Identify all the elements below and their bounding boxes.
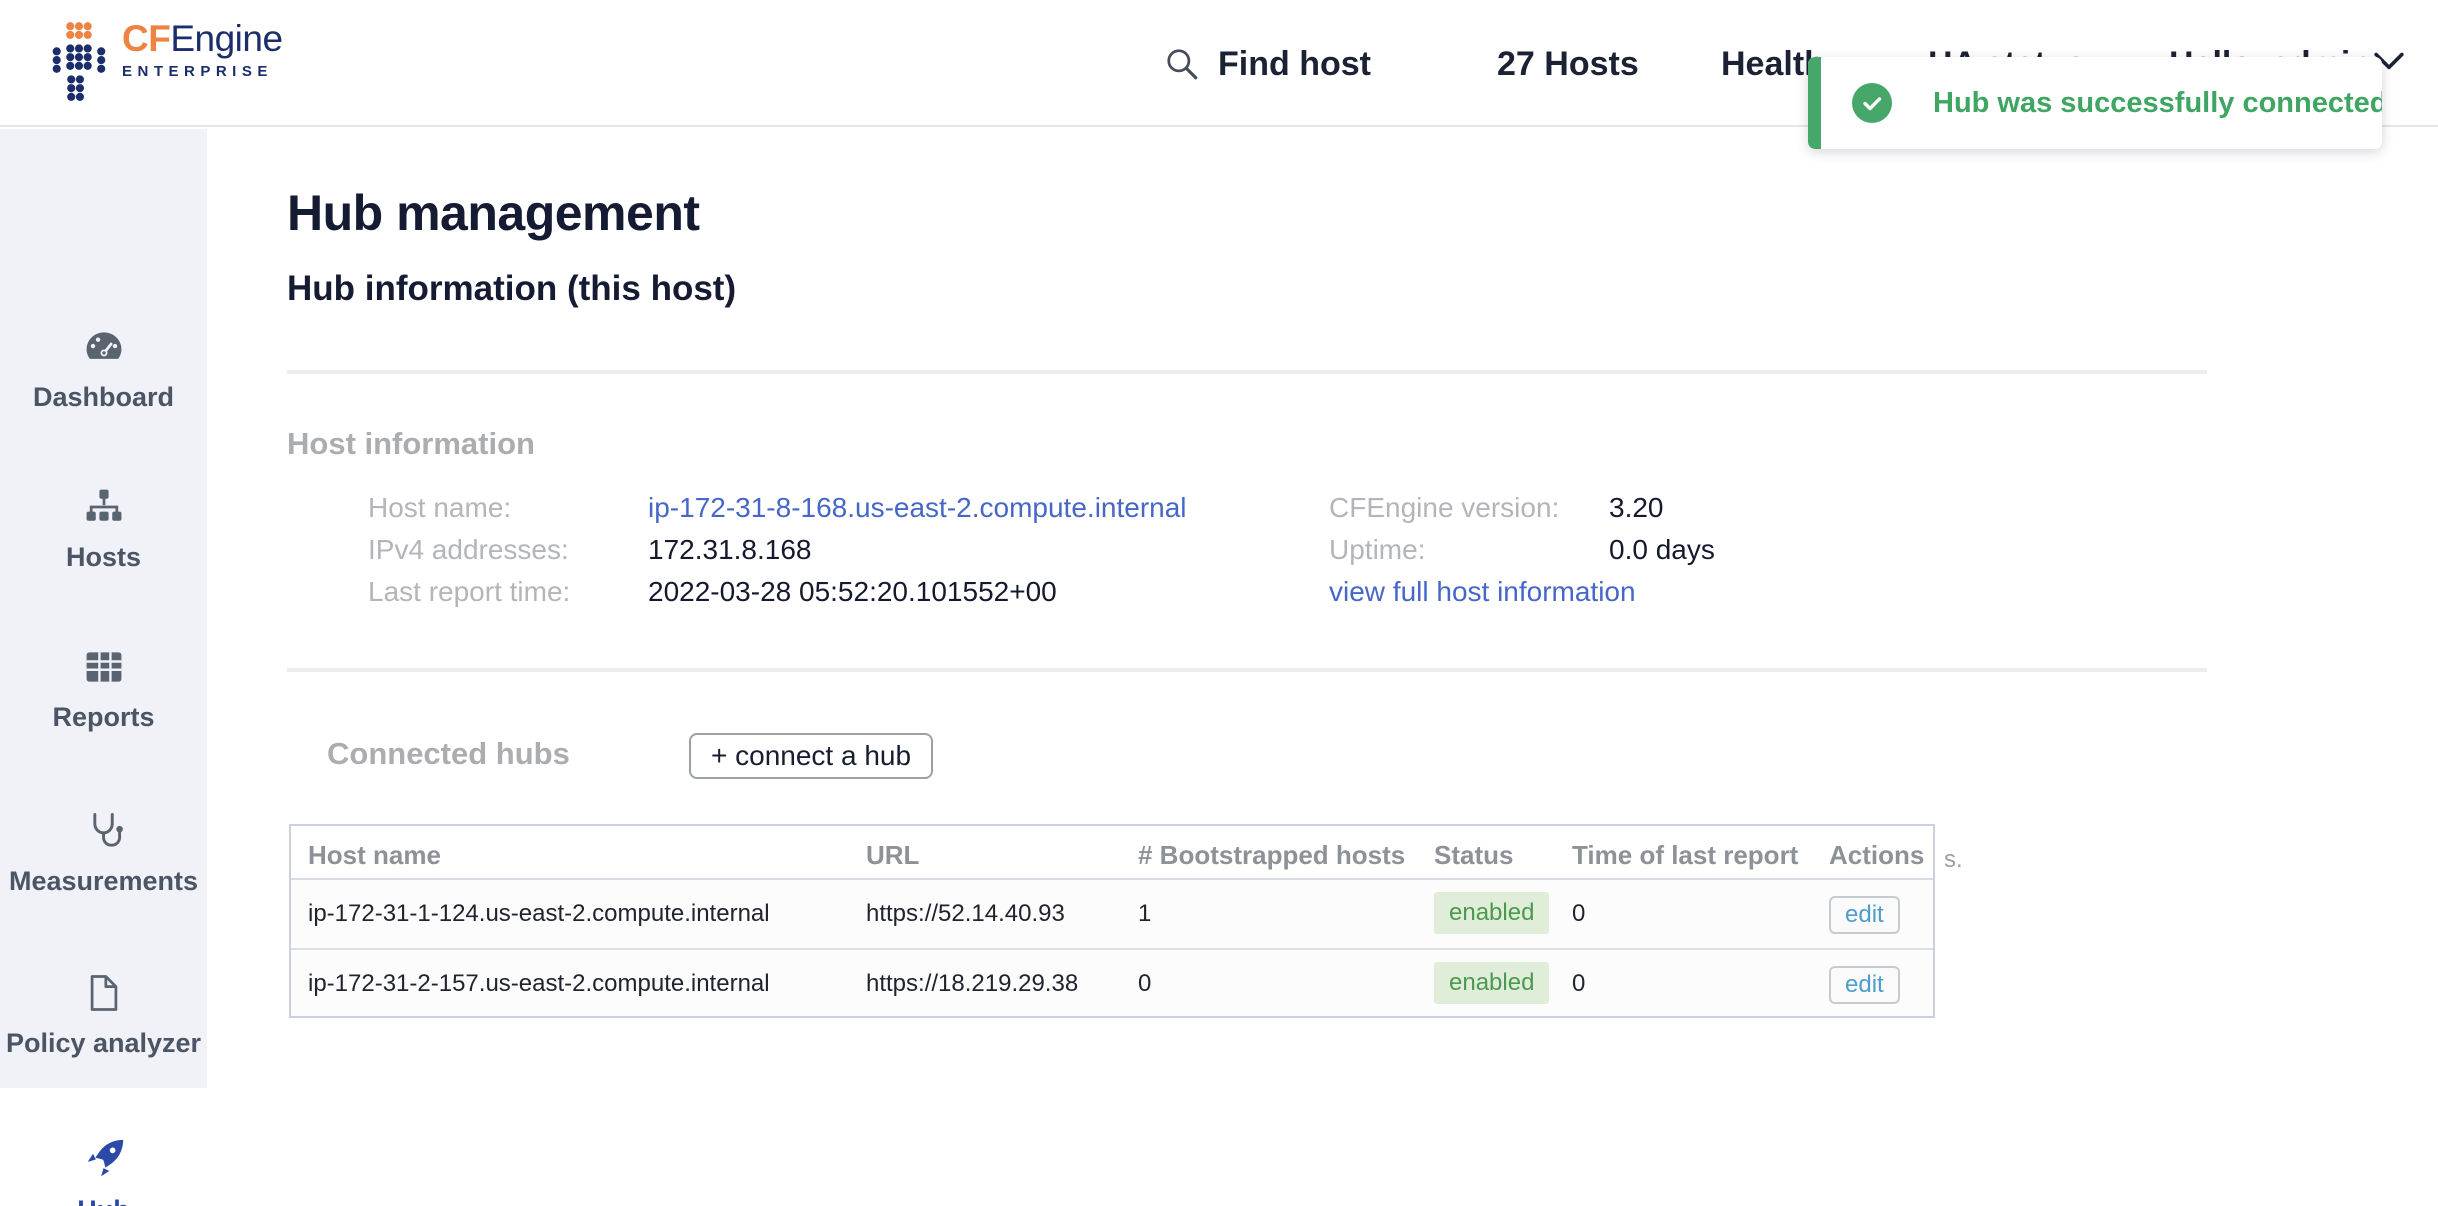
cfengine-logo[interactable]: CFEngine ENTERPRISE xyxy=(48,18,283,106)
cell-time-of-last-report: 0 xyxy=(1572,970,1585,998)
sidebar-item-hub-management[interactable]: Hub management xyxy=(0,1088,207,1206)
logo-engine: Engine xyxy=(170,18,282,59)
host-name-link[interactable]: ip-172-31-8-168.us-east-2.compute.intern… xyxy=(648,492,1187,524)
sidebar-label-policy-analyzer: Policy analyzer xyxy=(0,1025,207,1061)
main-content: Hub management Hub information (this hos… xyxy=(207,129,2438,1206)
column-url: URL xyxy=(866,840,919,871)
column-time-of-last-report: Time of last report xyxy=(1572,840,1798,871)
logo-enterprise: ENTERPRISE xyxy=(122,63,283,80)
sidebar-item-hosts[interactable]: Hosts xyxy=(0,485,207,575)
divider xyxy=(287,370,2207,374)
dashboard-icon xyxy=(81,325,127,369)
find-host-label: Find host xyxy=(1218,44,1371,84)
host-information-heading: Host information xyxy=(287,426,535,462)
uptime-value: 0.0 days xyxy=(1609,534,1715,566)
page-title: Hub management xyxy=(287,184,700,242)
view-full-host-information-link[interactable]: view full host information xyxy=(1329,576,1636,608)
cell-bootstrapped-hosts: 0 xyxy=(1138,970,1151,998)
ipv4-label: IPv4 addresses: xyxy=(368,534,569,566)
app-window: CFEngine ENTERPRISE Find host 27 Hosts H… xyxy=(0,0,2438,1206)
connect-a-hub-button[interactable]: + connect a hub xyxy=(689,733,933,779)
measurements-icon xyxy=(81,809,127,853)
cell-bootstrapped-hosts: 1 xyxy=(1138,900,1151,928)
divider xyxy=(287,668,2207,672)
status-badge: enabled xyxy=(1434,962,1549,1004)
sidebar-item-reports[interactable]: Reports xyxy=(0,645,207,735)
edit-button[interactable]: edit xyxy=(1829,896,1900,934)
sidebar-item-policy-analyzer[interactable]: Policy analyzer xyxy=(0,971,207,1061)
sidebar-item-hub-management-inner[interactable]: Hub management xyxy=(0,1088,207,1206)
check-icon xyxy=(1860,91,1884,115)
sidebar-label-hub-management: Hub management xyxy=(19,1192,189,1206)
column-host-name: Host name xyxy=(308,840,441,871)
logo-cf: CF xyxy=(122,18,170,59)
cell-host-name: ip-172-31-2-157.us-east-2.compute.intern… xyxy=(308,970,770,998)
column-status: Status xyxy=(1434,840,1513,871)
toast-accent-bar xyxy=(1808,57,1821,149)
search-icon xyxy=(1164,46,1200,82)
sidebar: Dashboard Hosts Reports xyxy=(0,129,207,1206)
cfengine-version-value: 3.20 xyxy=(1609,492,1664,524)
column-bootstrapped-hosts: # Bootstrapped hosts xyxy=(1138,840,1405,871)
sidebar-label-hosts: Hosts xyxy=(0,539,207,575)
cfengine-version-label: CFEngine version: xyxy=(1329,492,1559,524)
uptime-label: Uptime: xyxy=(1329,534,1425,566)
ipv4-value: 172.31.8.168 xyxy=(648,534,812,566)
page-subtitle: Hub information (this host) xyxy=(287,269,736,309)
rocket-icon xyxy=(81,1136,127,1182)
sidebar-label-measurements: Measurements xyxy=(0,863,207,899)
sidebar-item-measurements[interactable]: Measurements xyxy=(0,809,207,899)
last-report-time-value: 2022-03-28 05:52:20.101552+00 xyxy=(648,576,1057,608)
last-report-time-label: Last report time: xyxy=(368,576,570,608)
cell-time-of-last-report: 0 xyxy=(1572,900,1585,928)
cell-url: https://18.219.29.38 xyxy=(866,970,1078,998)
status-badge: enabled xyxy=(1434,892,1549,934)
table-row: ip-172-31-2-157.us-east-2.compute.intern… xyxy=(291,948,1933,1016)
hosts-count-nav[interactable]: 27 Hosts xyxy=(1497,44,1639,84)
toast-message: Hub was successfully connected xyxy=(1933,57,2382,149)
overflow-text-fragment: s. xyxy=(1944,846,1963,874)
table-row: ip-172-31-1-124.us-east-2.compute.intern… xyxy=(291,880,1933,948)
cell-host-name: ip-172-31-1-124.us-east-2.compute.intern… xyxy=(308,900,770,928)
toast-success-icon xyxy=(1852,83,1892,123)
sidebar-label-reports: Reports xyxy=(0,699,207,735)
reports-icon xyxy=(81,645,127,689)
host-name-label: Host name: xyxy=(368,492,511,524)
column-actions: Actions xyxy=(1829,840,1924,871)
hosts-count-label: 27 Hosts xyxy=(1497,45,1639,83)
sidebar-label-dashboard: Dashboard xyxy=(0,379,207,415)
toast-notification[interactable]: Hub was successfully connected xyxy=(1808,57,2382,149)
connected-hubs-heading: Connected hubs xyxy=(327,736,570,772)
connected-hubs-table: Host name URL # Bootstrapped hosts Statu… xyxy=(289,824,1935,1018)
cfengine-logo-text: CFEngine ENTERPRISE xyxy=(122,18,283,80)
cfengine-logo-icon xyxy=(48,18,108,106)
sidebar-item-dashboard[interactable]: Dashboard xyxy=(0,325,207,415)
find-host-button[interactable]: Find host xyxy=(1164,44,1371,84)
table-header-row: Host name URL # Bootstrapped hosts Statu… xyxy=(291,826,1933,880)
policy-analyzer-icon xyxy=(81,971,127,1015)
cell-url: https://52.14.40.93 xyxy=(866,900,1065,928)
hosts-icon xyxy=(81,485,127,529)
edit-button[interactable]: edit xyxy=(1829,966,1900,1004)
